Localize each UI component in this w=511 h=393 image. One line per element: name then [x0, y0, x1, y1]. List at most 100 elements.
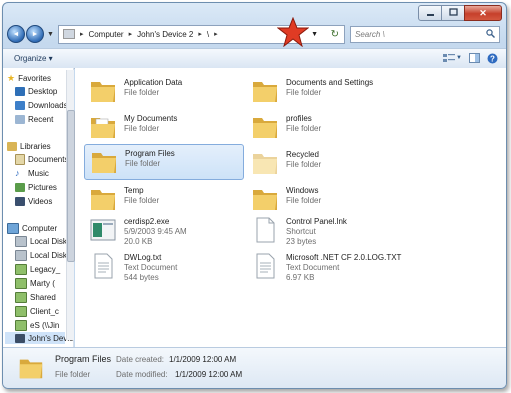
file-type: File folder [124, 196, 160, 205]
back-button[interactable]: ◄ [7, 25, 25, 43]
search-icon[interactable] [486, 28, 495, 40]
navigation-scrollbar[interactable] [66, 70, 75, 340]
sidebar-item-pictures[interactable]: Pictures [15, 181, 57, 193]
minimize-icon [426, 8, 435, 18]
sidebar-item-johns-device[interactable]: John's Device 2 [5, 332, 73, 344]
file-name: Microsoft .NET CF 2.0.LOG.TXT [286, 253, 402, 262]
view-dropdown-icon[interactable]: ▼ [456, 52, 462, 64]
sidebar-item-desktop[interactable]: Desktop [15, 85, 57, 97]
downloads-icon [15, 100, 25, 110]
address-dropdown-icon[interactable]: ▼ [311, 31, 318, 38]
sidebar-item-downloads[interactable]: Downloads [15, 99, 68, 111]
sidebar-item-local-disk-1[interactable]: Local Disk [15, 235, 67, 247]
sidebar-group-label: Favorites [18, 73, 51, 83]
minimize-button[interactable] [418, 5, 442, 21]
search-box[interactable]: Search \ [350, 25, 500, 43]
sidebar-item-label: eS (\\Jin [30, 320, 60, 330]
drive-icon [15, 249, 27, 261]
view-controls: ▼ ? [437, 52, 498, 64]
refresh-icon[interactable]: ↻ [331, 29, 339, 40]
breadcrumb-root[interactable]: \ [207, 30, 209, 39]
close-button[interactable]: ✕ [464, 5, 502, 21]
details-pane: Program Files File folder Date created: … [3, 347, 506, 388]
sidebar-item-videos[interactable]: Videos [15, 195, 52, 207]
sidebar-item-music[interactable]: ♪ Music [15, 167, 49, 179]
recent-pages-dropdown-icon[interactable]: ▼ [47, 31, 54, 38]
folder-icon [253, 118, 277, 138]
pictures-icon [15, 182, 25, 192]
chevron-right-icon[interactable]: ▸ [198, 30, 202, 38]
file-size: 20.0 KB [124, 237, 153, 246]
file-item-dwlog[interactable]: DWLog.txt Text Document 544 bytes [84, 249, 244, 291]
breadcrumb-device[interactable]: John's Device 2 [137, 30, 193, 39]
sidebar-group-favorites[interactable]: ★ Favorites [7, 72, 51, 84]
folder-hidden-icon [253, 154, 277, 174]
forward-arrow-icon: ► [31, 30, 39, 38]
file-type: File folder [286, 124, 322, 133]
file-name: cerdisp2.exe [124, 217, 170, 226]
sidebar-item-label: Desktop [28, 86, 58, 96]
sidebar-item-label: Local Disk [30, 250, 67, 260]
breadcrumb-computer[interactable]: Computer [88, 30, 123, 39]
file-item-documents-and-settings[interactable]: Documents and Settings File folder [246, 74, 406, 110]
forward-button[interactable]: ► [26, 25, 44, 43]
sidebar-group-libraries[interactable]: Libraries [7, 140, 51, 152]
file-name: profiles [286, 114, 312, 123]
help-icon[interactable]: ? [486, 52, 498, 64]
sidebar-item-recent[interactable]: Recent [15, 113, 53, 125]
music-icon: ♪ [15, 168, 20, 178]
file-name: DWLog.txt [124, 253, 162, 262]
address-bar[interactable]: ▸ Computer ▸ John's Device 2 ▸ \ ▸ ▼ ↻ [57, 16, 345, 47]
organize-button[interactable]: Organize ▾ [14, 54, 53, 63]
file-name: Control Panel.lnk [286, 217, 347, 226]
chevron-right-icon[interactable]: ▸ [214, 30, 218, 38]
file-item-profiles[interactable]: profiles File folder [246, 110, 406, 146]
file-item-my-documents[interactable]: My Documents File folder [84, 110, 244, 146]
change-view-icon[interactable] [443, 52, 455, 64]
file-item-application-data[interactable]: Application Data File folder [84, 74, 244, 110]
file-item-recycled[interactable]: Recycled File folder [246, 146, 406, 182]
maximize-button[interactable] [441, 5, 465, 21]
sidebar-item-marty[interactable]: Marty ( [15, 277, 55, 289]
sidebar-item-label: Legacy_ [30, 264, 61, 274]
search-input[interactable]: Search \ [355, 30, 385, 39]
sidebar-item-local-disk-2[interactable]: Local Disk [15, 249, 67, 261]
sidebar-group-computer[interactable]: Computer [7, 222, 57, 234]
details-modified-value: 1/1/2009 12:00 AM [175, 370, 243, 379]
maximize-icon [448, 8, 458, 18]
sidebar-item-label: Recent [28, 114, 54, 124]
details-type: File folder [55, 370, 91, 379]
folder-documents-icon [91, 118, 115, 138]
caption-buttons: ✕ [418, 5, 502, 21]
file-type: Shortcut [286, 227, 316, 236]
sidebar-item-documents[interactable]: Documents [15, 153, 68, 165]
sidebar-item-legacy[interactable]: Legacy_ [15, 263, 60, 275]
folder-icon [19, 359, 43, 379]
drive-icon [15, 235, 27, 247]
chevron-right-icon[interactable]: ▸ [129, 30, 133, 38]
sidebar-item-client[interactable]: Client_c [15, 305, 59, 317]
sidebar-item-label: Documents [28, 154, 69, 164]
file-name: Program Files [125, 149, 175, 158]
file-type: File folder [124, 88, 160, 97]
preview-pane-icon[interactable] [468, 52, 480, 64]
sidebar-item-es[interactable]: eS (\\Jin [15, 319, 59, 331]
exe-icon [90, 219, 116, 241]
sidebar-item-label: Music [28, 168, 49, 178]
sidebar-group-label: Libraries [20, 141, 51, 151]
folder-icon [253, 190, 277, 210]
desktop-icon [15, 86, 25, 96]
navigation-bar: ◄ ► ▼ ▸ Computer ▸ John's Device 2 ▸ \ ▸… [7, 16, 500, 47]
file-item-program-files[interactable]: Program Files File folder [84, 144, 244, 180]
file-type: File folder [286, 88, 322, 97]
file-item-netcf-log[interactable]: Microsoft .NET CF 2.0.LOG.TXT Text Docume… [246, 249, 446, 291]
scrollbar-thumb[interactable] [67, 110, 75, 262]
file-list: Application Data File folder Documents an… [75, 68, 506, 348]
videos-icon [15, 196, 25, 206]
network-drive-icon [15, 305, 27, 317]
libraries-icon [7, 141, 17, 151]
sidebar-item-shared[interactable]: Shared [15, 291, 56, 303]
details-created-label: Date created: [116, 355, 165, 364]
recent-icon [15, 114, 25, 124]
chevron-right-icon[interactable]: ▸ [80, 30, 84, 38]
